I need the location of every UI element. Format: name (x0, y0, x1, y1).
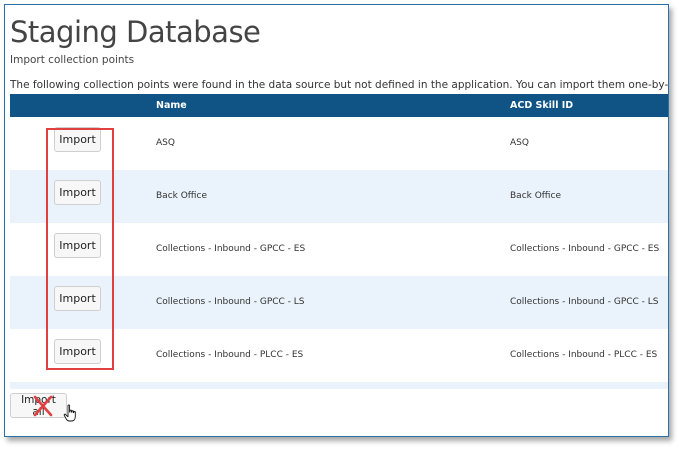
page-title: Staging Database (10, 15, 261, 49)
table-row: Import Collections - Inbound - PLCC - ES… (10, 329, 668, 382)
cell-acd-skill-id: Collections - Inbound - PLCC - ES (510, 350, 658, 360)
cell-name: Back Office (156, 191, 207, 201)
cell-acd-skill-id: Collections - Inbound - GPCC - LS (510, 297, 659, 307)
import-button[interactable]: Import (54, 127, 101, 152)
cell-acd-skill-id: ASQ (510, 138, 529, 148)
table-scroll-edge (10, 382, 668, 389)
import-button[interactable]: Import (54, 286, 101, 311)
table-header: Name ACD Skill ID (10, 94, 668, 117)
cell-name: Collections - Inbound - GPCC - LS (156, 297, 305, 307)
staging-database-window: Staging Database Import collection point… (4, 4, 669, 437)
cell-name: Collections - Inbound - PLCC - ES (156, 350, 304, 360)
x-mark-icon (33, 395, 53, 417)
cell-name: ASQ (156, 138, 175, 148)
cell-name: Collections - Inbound - GPCC - ES (156, 244, 306, 254)
hand-cursor-icon (63, 404, 76, 422)
import-button[interactable]: Import (54, 180, 101, 205)
cell-acd-skill-id: Collections - Inbound - GPCC - ES (510, 244, 660, 254)
column-header-name: Name (156, 100, 187, 111)
column-header-acd-skill-id: ACD Skill ID (510, 100, 574, 111)
table-row: Import Collections - Inbound - GPCC - ES… (10, 223, 668, 276)
collection-points-table: Name ACD Skill ID Import ASQ ASQ Import … (10, 94, 668, 389)
import-button[interactable]: Import (54, 233, 101, 258)
table-row: Import Collections - Inbound - GPCC - LS… (10, 276, 668, 329)
table-row: Import Back Office Back Office (10, 170, 668, 223)
page-description: The following collection points were fou… (10, 79, 669, 91)
table-row: Import ASQ ASQ (10, 117, 668, 170)
cell-acd-skill-id: Back Office (510, 191, 561, 201)
page-subtitle: Import collection points (10, 54, 135, 66)
import-button[interactable]: Import (54, 339, 101, 364)
